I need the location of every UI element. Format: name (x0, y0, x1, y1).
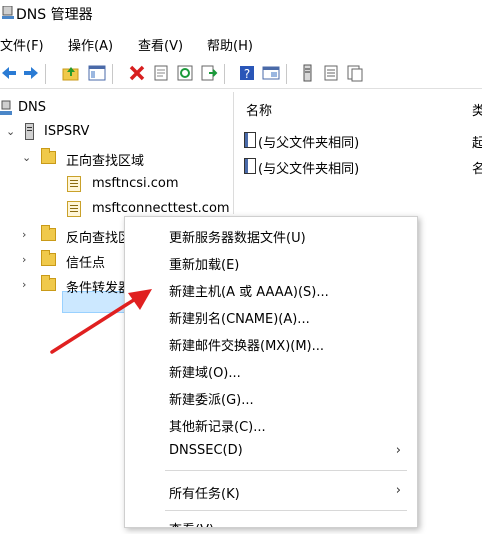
chevron-right-icon[interactable]: › (22, 253, 32, 267)
toolbar-separator (112, 64, 113, 84)
chevron-right-icon[interactable]: › (22, 278, 32, 292)
tree-label-reverse-zones: 反向查找区域 (66, 231, 124, 246)
submenu-arrow-icon: › (395, 483, 401, 498)
tree-node-zone-msftncsi[interactable]: msftncsi.com (0, 174, 230, 196)
toolbar-separator (224, 64, 225, 84)
tree-label-dns: DNS (18, 100, 46, 115)
pane-splitter[interactable] (233, 92, 234, 214)
menu-item-update-server-data-file[interactable]: 更新服务器数据文件(U) (125, 223, 417, 247)
tree-label-zone-msftncsi: msftncsi.com (92, 176, 179, 191)
menu-separator (165, 470, 407, 471)
window-title: DNS 管理器 (16, 7, 93, 23)
tree-label-conditional-forwarders: 条件转发器 (66, 281, 124, 296)
detail-icon[interactable] (346, 64, 364, 82)
dns-app-icon (2, 6, 14, 19)
help-icon[interactable]: ? (238, 64, 256, 82)
list-item[interactable]: (与父文件夹相同) 起 (244, 130, 482, 152)
menu-view[interactable]: 查看(V) (138, 35, 183, 54)
tree-node-server[interactable]: ⌄ ISPSRV (0, 122, 230, 144)
menu-item-other-new-records[interactable]: 其他新记录(C)... (125, 412, 417, 436)
delete-icon[interactable] (128, 64, 146, 82)
menu-item-view[interactable]: 查看(V) (125, 515, 417, 527)
tree-node-reverse-zones[interactable]: › 反向查找区域 (0, 225, 124, 247)
chevron-down-icon[interactable]: ⌄ (6, 125, 16, 139)
folder-icon (41, 225, 56, 241)
list-item[interactable]: (与父文件夹相同) 名 (244, 156, 482, 178)
tree-label-forward-zones: 正向查找区域 (66, 154, 145, 169)
tree-label-zone-msftconnecttest: msftconnecttest.com (92, 201, 230, 216)
up-folder-icon[interactable] (62, 64, 80, 82)
menu-bar: 文件(F) 操作(A) 查看(V) 帮助(H) (0, 30, 482, 56)
menu-action[interactable]: 操作(A) (68, 35, 113, 54)
menu-item-new-mail-exchanger[interactable]: 新建邮件交换器(MX)(M)... (125, 331, 417, 355)
folder-icon (41, 250, 56, 266)
tree-node-forward-zones[interactable]: ⌄ 正向查找区域 (0, 148, 230, 170)
zone-icon (67, 176, 81, 192)
tree-node-trust-points[interactable]: › 信任点 (0, 250, 124, 272)
column-header-type[interactable]: 类 (472, 100, 482, 119)
menu-item-new-alias[interactable]: 新建别名(CNAME)(A)... (125, 304, 417, 328)
folder-icon (41, 148, 56, 164)
forward-icon[interactable] (22, 64, 40, 82)
record-icon (244, 132, 256, 148)
refresh-icon[interactable] (176, 64, 194, 82)
menu-item-new-delegation[interactable]: 新建委派(G)... (125, 385, 417, 409)
menu-item-new-host[interactable]: 新建主机(A 或 AAAA)(S)... (125, 277, 417, 301)
submenu-arrow-icon: › (395, 443, 401, 458)
menu-separator (165, 510, 407, 511)
dns-icon (0, 100, 12, 115)
toolbar-separator (45, 64, 46, 84)
menu-item-all-tasks[interactable]: 所有任务(K) › (125, 479, 417, 503)
chevron-right-icon[interactable]: › (22, 228, 32, 242)
chevron-down-icon[interactable]: ⌄ (22, 151, 32, 165)
column-header-name[interactable]: 名称 (246, 100, 272, 119)
title-bar: DNS 管理器 (0, 0, 482, 28)
toolbar-separator (286, 64, 287, 84)
properties-icon[interactable] (152, 64, 170, 82)
export-list-icon[interactable] (200, 64, 218, 82)
menu-file[interactable]: 文件(F) (0, 35, 44, 54)
back-icon[interactable] (0, 64, 18, 82)
tree-node-conditional-forwarders[interactable]: › 条件转发器 (0, 275, 124, 297)
view-icon[interactable] (262, 64, 280, 82)
tree-label-trust-points: 信任点 (66, 256, 106, 271)
record-icon (244, 158, 256, 174)
tree-label-server: ISPSRV (44, 124, 90, 139)
zone-icon (67, 201, 81, 217)
menu-help[interactable]: 帮助(H) (207, 35, 253, 54)
svg-text:?: ? (244, 67, 250, 81)
context-menu: 更新服务器数据文件(U) 重新加载(E) 新建主机(A 或 AAAA)(S)..… (124, 216, 418, 528)
toolbar: ? (0, 60, 482, 89)
menu-item-dnssec[interactable]: DNSSEC(D) › (125, 439, 417, 463)
menu-item-new-domain[interactable]: 新建域(O)... (125, 358, 417, 382)
folder-icon (41, 275, 56, 291)
menu-item-reload[interactable]: 重新加载(E) (125, 250, 417, 274)
server-icon[interactable] (298, 64, 316, 82)
tree-node-dns[interactable]: DNS (0, 98, 230, 120)
server-icon (25, 123, 34, 140)
show-hide-tree-icon[interactable] (88, 64, 106, 82)
list-icon[interactable] (322, 64, 340, 82)
